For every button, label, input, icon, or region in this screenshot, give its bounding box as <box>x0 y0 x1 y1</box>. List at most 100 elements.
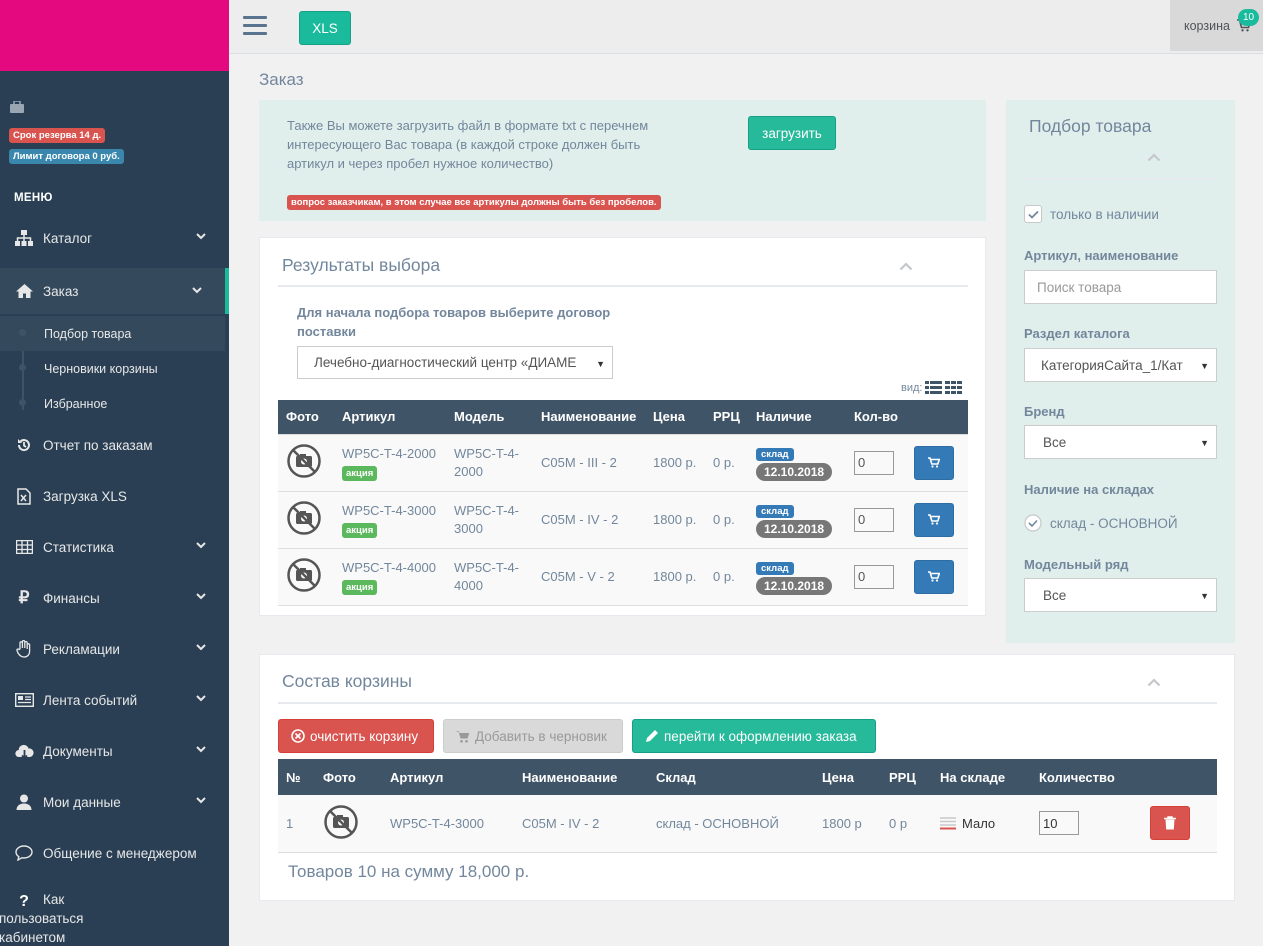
col-header <box>906 400 968 434</box>
series-select-value: Все <box>1043 587 1067 603</box>
checkout-button[interactable]: перейти к оформлению заказа <box>632 719 876 753</box>
sidebar-subitem-favorites[interactable]: Избранное <box>0 386 225 421</box>
qty-input[interactable]: 0 <box>854 450 894 475</box>
sidebar-item-manager[interactable]: Общение с менеджером <box>0 833 229 873</box>
article-link[interactable]: WP5C-T-4-2000 <box>342 445 446 463</box>
shopping-cart-icon <box>928 457 940 468</box>
clear-cart-button[interactable]: очистить корзину <box>278 719 434 753</box>
qty-cell: 10 <box>1031 795 1142 853</box>
section-label: Раздел каталога <box>1024 326 1130 341</box>
chevron-down-icon <box>196 695 206 702</box>
cart-qty-input[interactable]: 10 <box>1039 811 1079 836</box>
xls-button[interactable]: XLS <box>299 11 351 45</box>
clear-cart-label: очистить корзину <box>310 728 419 744</box>
product-search-input[interactable]: Поиск товара <box>1024 270 1217 304</box>
sidebar-item-report[interactable]: Отчет по заказам <box>0 425 229 465</box>
action-cell <box>906 547 968 606</box>
sidebar-item-catalog[interactable]: Каталог <box>0 218 229 258</box>
action-cell <box>1142 795 1217 853</box>
col-header: РРЦ <box>881 759 932 795</box>
contract-hint: Для начала подбора товаров выберите дого… <box>297 305 611 339</box>
stock-badge: склад <box>756 561 794 575</box>
grid-view-icon[interactable] <box>945 381 963 394</box>
promo-badge: акция <box>342 579 378 595</box>
chevron-down-icon <box>192 287 202 294</box>
sidebar-item-my-data[interactable]: Мои данные <box>0 782 229 822</box>
warehouses-label: Наличие на складах <box>1024 482 1155 497</box>
limit-badge: Лимит договора 0 руб. <box>9 149 124 164</box>
add-to-cart-button[interactable] <box>914 559 954 594</box>
price-cell: 1800 р. <box>645 547 705 606</box>
article-label: Артикул, наименование <box>1024 248 1179 263</box>
qty-cell: 0 <box>846 547 906 606</box>
sidebar-item-order[interactable]: Заказ <box>0 268 229 314</box>
sidebar-item-finance[interactable]: ₽ Финансы <box>0 578 229 618</box>
file-excel-icon <box>13 486 35 506</box>
photo-cell <box>278 547 334 606</box>
sidebar-item-stats[interactable]: Статистика <box>0 527 229 567</box>
chevron-up-icon[interactable] <box>1147 678 1161 687</box>
trash-icon <box>1164 816 1176 830</box>
sidebar-item-howto[interactable]: ? Как пользоваться кабинетом <box>0 890 229 945</box>
stock-level-icon <box>940 817 956 830</box>
sidebar-item-documents[interactable]: Документы <box>0 731 229 771</box>
add-to-draft-label: Добавить в черновик <box>475 728 607 744</box>
qty-input[interactable]: 0 <box>854 507 894 532</box>
qty-cell: 0 <box>846 490 906 549</box>
model-cell: WP5C-T-4-2000 <box>446 433 533 492</box>
brand-select-value: Все <box>1043 434 1067 450</box>
col-header <box>1142 759 1217 795</box>
chevron-down-icon <box>196 746 206 753</box>
name-cell: C05M - IV - 2 <box>533 490 645 549</box>
action-cell <box>906 490 968 549</box>
col-header: Склад <box>648 759 814 795</box>
series-select[interactable]: Все ▼ <box>1024 578 1217 612</box>
pencil-icon <box>646 730 658 742</box>
action-cell <box>906 433 968 492</box>
check-circle-icon[interactable] <box>1024 514 1042 532</box>
sidebar-item-events[interactable]: Лента событий <box>0 680 229 720</box>
article-link[interactable]: WP5C-T-4-4000 <box>342 559 446 577</box>
chevron-down-icon <box>196 542 206 549</box>
chevron-up-icon[interactable] <box>899 262 913 271</box>
results-title: Результаты выбора <box>282 255 441 275</box>
date-badge: 12.10.2018 <box>756 576 833 595</box>
sidebar-item-label: Рекламации <box>43 641 120 657</box>
cart-button[interactable]: корзина 10 <box>1170 0 1263 51</box>
in-stock-label: только в наличии <box>1050 207 1159 222</box>
caret-down-icon: ▼ <box>1200 591 1209 601</box>
add-to-draft-button[interactable]: Добавить в черновик <box>443 719 623 753</box>
menu-title: МЕНЮ <box>14 192 53 204</box>
contract-select[interactable]: Лечебно-диагностический центр «ДИАМЕ ▼ <box>297 346 613 379</box>
cloud-download-icon <box>13 741 35 761</box>
rrc-cell: 0 р. <box>705 547 748 606</box>
list-view-icon[interactable] <box>925 381 943 394</box>
brand-select[interactable]: Все ▼ <box>1024 425 1217 459</box>
bullet-icon <box>19 364 26 371</box>
delete-button[interactable] <box>1150 806 1190 841</box>
sidebar-subitem-selection[interactable]: Подбор товара <box>0 316 225 351</box>
warehouse-cell: склад - ОСНОВНОЙ <box>648 795 814 853</box>
sidebar-item-claims[interactable]: Рекламации <box>0 629 229 669</box>
add-to-cart-button[interactable] <box>914 502 954 537</box>
name-cell: C05M - IV - 2 <box>514 795 648 853</box>
sidebar-item-upload-xls[interactable]: Загрузка XLS <box>0 476 229 516</box>
upload-button[interactable]: загрузить <box>748 116 836 150</box>
qty-input[interactable]: 0 <box>854 564 894 589</box>
brand-logo-area[interactable] <box>0 0 229 71</box>
add-to-cart-button[interactable] <box>914 445 954 480</box>
table-row: 1 WP5C-T-4-3000 C05M - IV - 2 склад - ОС… <box>278 795 1217 853</box>
in-stock-checkbox[interactable] <box>1024 205 1042 223</box>
sidebar-subitem-drafts[interactable]: Черновики корзины <box>0 351 225 386</box>
col-header: Наименование <box>533 400 645 434</box>
article-link[interactable]: WP5C-T-4-3000 <box>342 502 446 520</box>
promo-badge: акция <box>342 522 378 538</box>
promo-badge: акция <box>342 465 378 481</box>
col-header: РРЦ <box>705 400 748 434</box>
sidebar-item-label: Избранное <box>44 396 108 411</box>
menu-toggle-icon[interactable] <box>243 16 267 40</box>
rrc-cell: 0 р <box>881 795 932 853</box>
section-select[interactable]: КатегорияСайта_1/Кат ▼ <box>1024 348 1217 382</box>
col-header: Цена <box>645 400 705 434</box>
chevron-up-icon[interactable] <box>1147 153 1161 162</box>
